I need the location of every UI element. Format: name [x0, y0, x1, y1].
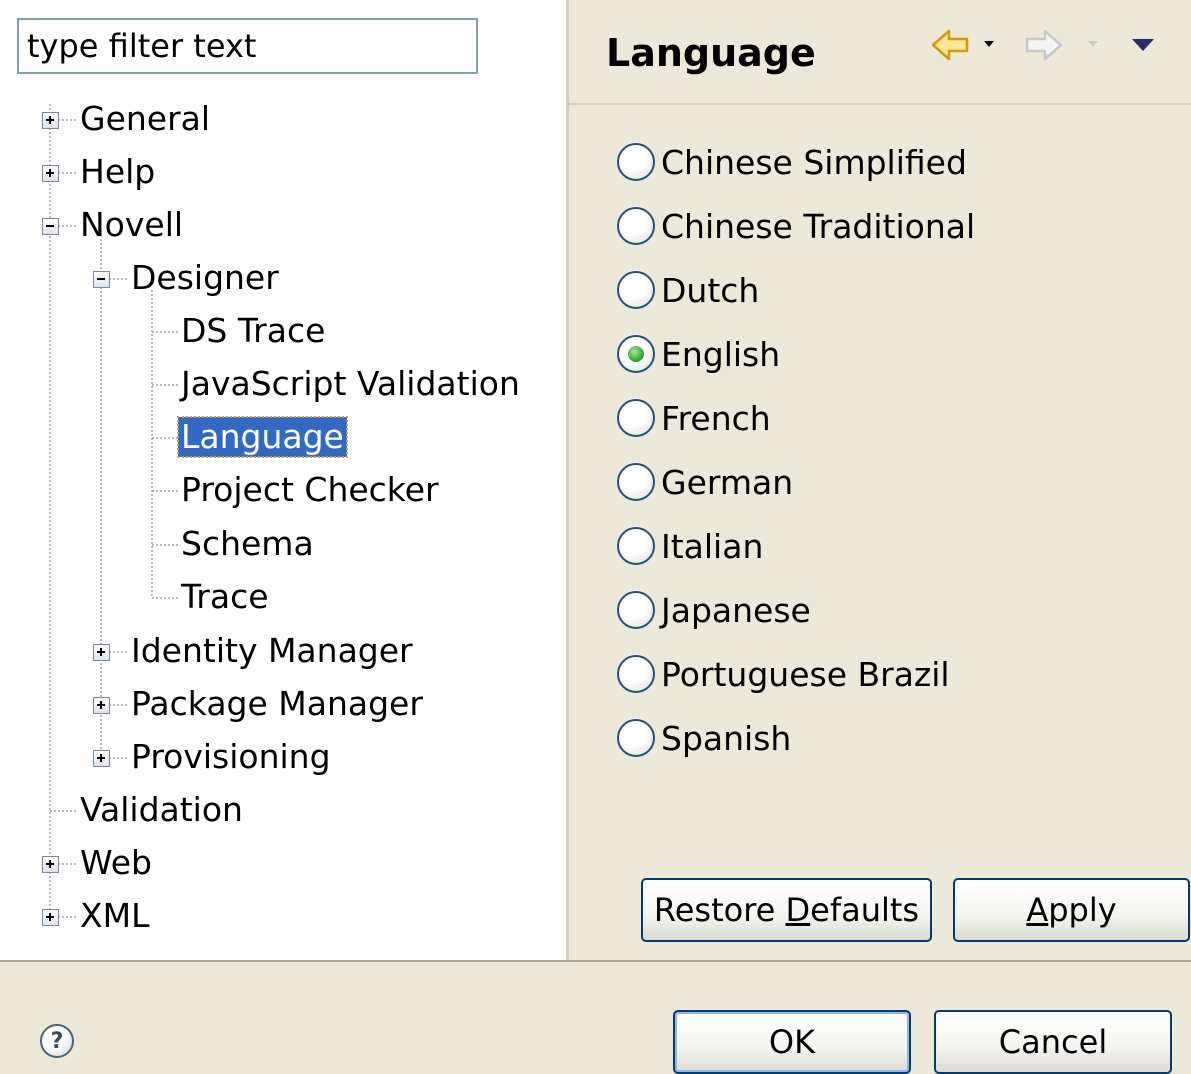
- expand-icon[interactable]: [42, 909, 59, 926]
- view-menu-icon[interactable]: [1132, 39, 1154, 51]
- button-label-pre: Restore: [653, 891, 786, 929]
- radio-option-english[interactable]: English: [617, 329, 780, 379]
- radio-button[interactable]: [617, 527, 655, 565]
- help-icon[interactable]: ?: [40, 1024, 74, 1058]
- button-label-mnemonic: A: [1026, 891, 1049, 929]
- tree-item-label-selected[interactable]: Language: [177, 416, 348, 458]
- page-header: Language: [569, 0, 1191, 105]
- expand-icon[interactable]: [42, 165, 59, 182]
- cancel-button[interactable]: Cancel: [934, 1010, 1172, 1074]
- radio-label[interactable]: Japanese: [661, 591, 811, 630]
- button-label: Cancel: [998, 1023, 1108, 1061]
- back-arrow-icon[interactable]: [931, 29, 969, 61]
- radio-label[interactable]: Chinese Traditional: [661, 207, 975, 246]
- tree-item-label[interactable]: Validation: [77, 790, 246, 830]
- collapse-icon[interactable]: [42, 218, 59, 235]
- radio-option-french[interactable]: French: [617, 393, 771, 443]
- tree-item-label[interactable]: General: [77, 99, 213, 139]
- restore-defaults-button[interactable]: Restore Defaults: [641, 878, 932, 942]
- page-title: Language: [606, 31, 816, 75]
- radio-label[interactable]: Italian: [661, 527, 763, 566]
- radio-label[interactable]: German: [661, 463, 793, 502]
- button-label-post: pply: [1048, 891, 1117, 929]
- radio-option-spanish[interactable]: Spanish: [617, 713, 791, 763]
- radio-button[interactable]: [617, 719, 655, 757]
- radio-option-portuguese-brazil[interactable]: Portuguese Brazil: [617, 649, 950, 699]
- expand-icon[interactable]: [93, 644, 110, 661]
- radio-button[interactable]: [617, 463, 655, 501]
- history-nav-toolbar: [931, 29, 1154, 61]
- radio-button[interactable]: [617, 143, 655, 181]
- expand-icon[interactable]: [42, 112, 59, 129]
- tree-item-label[interactable]: Identity Manager: [128, 631, 416, 671]
- tree-item-label[interactable]: JavaScript Validation: [178, 364, 523, 404]
- help-glyph: ?: [50, 1028, 64, 1054]
- radio-option-chinese-simplified[interactable]: Chinese Simplified: [617, 137, 967, 187]
- radio-label[interactable]: Portuguese Brazil: [661, 655, 950, 694]
- radio-label[interactable]: English: [661, 335, 780, 374]
- preference-tree-pane: General Help Novell Designer DS Trace Ja…: [0, 0, 566, 960]
- tree-item-label[interactable]: Schema: [178, 524, 317, 564]
- preferences-dialog: General Help Novell Designer DS Trace Ja…: [0, 0, 1191, 1074]
- tree-item-label[interactable]: Package Manager: [128, 684, 426, 724]
- radio-option-dutch[interactable]: Dutch: [617, 265, 759, 315]
- radio-button[interactable]: [617, 271, 655, 309]
- tree-item-label[interactable]: Help: [77, 152, 158, 192]
- back-dropdown-icon[interactable]: [984, 41, 994, 47]
- button-label-post: efaults: [810, 891, 920, 929]
- tree-item-label[interactable]: Trace: [178, 577, 272, 617]
- radio-button[interactable]: [617, 207, 655, 245]
- forward-arrow-icon[interactable]: [1025, 29, 1063, 61]
- radio-option-japanese[interactable]: Japanese: [617, 585, 811, 635]
- tree-item-label[interactable]: Web: [77, 843, 155, 883]
- preference-page-pane: Language Chinese Simplified Chinese Trad…: [566, 0, 1191, 960]
- radio-button[interactable]: [617, 399, 655, 437]
- tree-item-label[interactable]: Designer: [128, 258, 282, 298]
- expand-icon[interactable]: [42, 856, 59, 873]
- collapse-icon[interactable]: [93, 271, 110, 288]
- button-label-mnemonic: D: [785, 891, 811, 929]
- expand-icon[interactable]: [93, 750, 110, 767]
- expand-icon[interactable]: [93, 697, 110, 714]
- tree-item-label[interactable]: Project Checker: [178, 470, 442, 510]
- tree-item-label[interactable]: DS Trace: [178, 311, 328, 351]
- radio-option-german[interactable]: German: [617, 457, 793, 507]
- apply-button[interactable]: Apply: [953, 878, 1190, 942]
- radio-button-checked[interactable]: [617, 335, 655, 373]
- forward-dropdown-icon[interactable]: [1088, 41, 1098, 47]
- dialog-button-bar: ? OK Cancel: [0, 960, 1191, 1074]
- ok-button[interactable]: OK: [673, 1010, 911, 1074]
- radio-label[interactable]: French: [661, 399, 771, 438]
- tree-item-label[interactable]: Novell: [77, 205, 186, 245]
- tree-item-label[interactable]: Provisioning: [128, 737, 334, 777]
- radio-label[interactable]: Chinese Simplified: [661, 143, 967, 182]
- radio-button[interactable]: [617, 655, 655, 693]
- radio-option-chinese-traditional[interactable]: Chinese Traditional: [617, 201, 975, 251]
- radio-option-italian[interactable]: Italian: [617, 521, 763, 571]
- radio-label[interactable]: Dutch: [661, 271, 759, 310]
- tree-item-label[interactable]: XML: [77, 896, 152, 936]
- button-label: OK: [768, 1023, 816, 1061]
- radio-button[interactable]: [617, 591, 655, 629]
- radio-label[interactable]: Spanish: [661, 719, 791, 758]
